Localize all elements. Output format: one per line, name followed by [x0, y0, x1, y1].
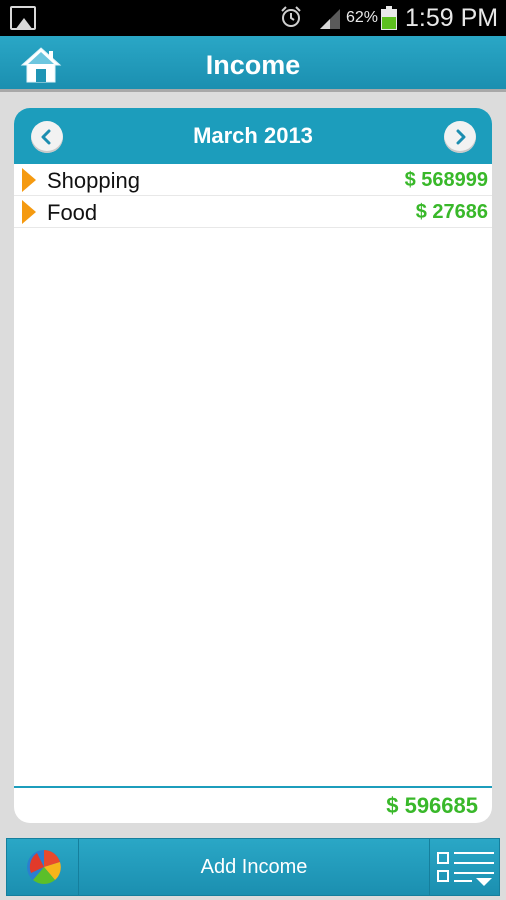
battery-percent: 62%: [346, 9, 379, 26]
month-navigator: March 2013: [14, 108, 492, 164]
image-notification-icon: [10, 6, 36, 30]
list-item-food[interactable]: Food $ 27686: [14, 196, 492, 228]
expand-arrow-icon: [22, 168, 36, 192]
category-amount: $ 568999: [404, 169, 488, 191]
signal-icon: [320, 9, 340, 29]
total-divider: [14, 786, 492, 788]
month-label: March 2013: [193, 123, 313, 148]
total-amount: $ 596685: [386, 793, 478, 818]
chevron-right-icon: [456, 129, 466, 145]
list-menu-button[interactable]: [429, 839, 501, 895]
clock: 1:59 PM: [405, 4, 499, 32]
battery-icon: [381, 6, 397, 30]
status-bar: 62% 1:59 PM: [0, 0, 506, 36]
bottom-action-bar: Add Income: [6, 838, 500, 896]
category-amount: $ 27686: [415, 201, 488, 223]
category-name: Food: [47, 200, 98, 225]
list-menu-icon: [437, 852, 494, 886]
list-item-shopping[interactable]: Shopping $ 568999: [14, 164, 492, 196]
chart-button[interactable]: [7, 839, 79, 895]
page-title: Income: [205, 50, 301, 80]
add-income-button[interactable]: Add Income: [79, 839, 429, 895]
income-card: March 2013 Shopping $ 568999 Food $ 2768…: [14, 108, 492, 823]
next-month-button[interactable]: [444, 121, 476, 153]
alarm-icon: [281, 6, 301, 27]
title-bar: Income: [0, 36, 506, 92]
category-name: Shopping: [47, 168, 140, 193]
expand-arrow-icon: [22, 200, 36, 224]
pie-chart-icon: [27, 850, 61, 885]
